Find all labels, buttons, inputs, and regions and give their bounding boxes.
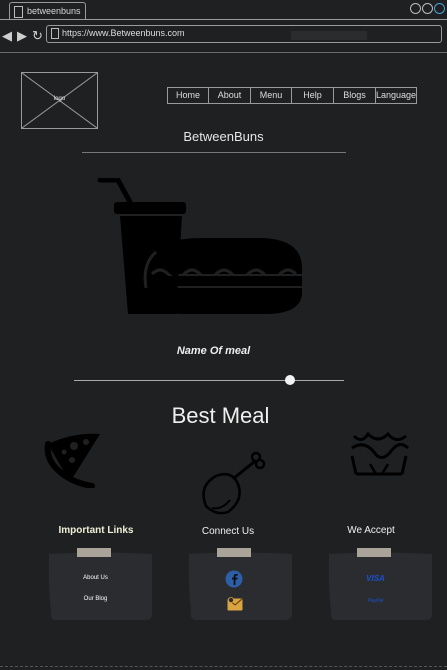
page-icon: [14, 6, 23, 18]
meal-slider-handle[interactable]: [285, 375, 295, 385]
site-logo[interactable]: logo: [21, 72, 98, 129]
connect-us-title: Connect Us: [201, 526, 255, 537]
note-card-shape: [48, 552, 152, 620]
important-links-title: Important Links: [58, 525, 134, 536]
main-menu: Home About Menu Help Blogs Language: [167, 87, 417, 104]
chicken-leg-icon[interactable]: [198, 450, 268, 518]
we-accept-card: VISA PayPal: [328, 548, 432, 622]
our-blog-link[interactable]: Our Blog: [48, 596, 143, 602]
pizza-slice-icon[interactable]: [44, 430, 102, 488]
close-icon[interactable]: [434, 3, 445, 14]
page-bottom-edge: [0, 666, 447, 670]
menu-item-about[interactable]: About: [208, 88, 250, 103]
page-icon: [51, 28, 59, 39]
email-icon[interactable]: [227, 597, 243, 611]
window-controls: [409, 1, 445, 19]
browser-nav-bar: ◀ ▶ ↻ https://www.Betweenbuns.com: [0, 20, 447, 48]
visa-logo: VISA: [366, 574, 385, 583]
menu-item-home[interactable]: Home: [168, 88, 208, 103]
menu-item-blogs[interactable]: Blogs: [333, 88, 375, 103]
maximize-icon[interactable]: [422, 3, 433, 14]
browser-divider: [0, 52, 447, 53]
back-arrow-icon[interactable]: ◀: [2, 28, 17, 44]
note-card-shape: [328, 552, 432, 620]
facebook-icon[interactable]: [225, 570, 243, 588]
address-bar-overlay: [291, 31, 367, 40]
tab-title: betweenbuns: [27, 6, 81, 16]
url-text: https://www.Betweenbuns.com: [62, 28, 185, 38]
fries-basket-icon[interactable]: [348, 430, 410, 478]
divider: [82, 152, 346, 153]
about-us-link[interactable]: About Us: [48, 575, 143, 581]
minimize-icon[interactable]: [410, 3, 421, 14]
menu-item-menu[interactable]: Menu: [250, 88, 291, 103]
browser-tab-bar: betweenbuns: [0, 0, 447, 20]
paypal-logo: PayPal: [367, 598, 384, 604]
tape-strip: [217, 548, 251, 557]
connect-us-card: [188, 548, 292, 622]
important-links-card: About Us Our Blog: [48, 548, 152, 622]
menu-item-help[interactable]: Help: [291, 88, 333, 103]
site-name: BetweenBuns: [183, 129, 264, 144]
meal-slider-track[interactable]: [74, 380, 344, 381]
menu-item-language[interactable]: Language: [375, 88, 416, 103]
logo-label: logo: [53, 96, 66, 102]
we-accept-title: We Accept: [347, 525, 395, 536]
meal-name: Name Of meal: [176, 345, 251, 357]
address-bar[interactable]: https://www.Betweenbuns.com: [46, 25, 442, 43]
section-title: Best Meal: [171, 403, 270, 428]
forward-arrow-icon[interactable]: ▶: [17, 28, 32, 44]
browser-tab[interactable]: betweenbuns: [9, 2, 86, 20]
tape-strip: [77, 548, 111, 557]
nav-buttons: ◀ ▶ ↻: [2, 28, 47, 44]
reload-icon[interactable]: ↻: [32, 28, 47, 44]
tape-strip: [357, 548, 391, 557]
burger-and-drink-icon: [97, 178, 302, 314]
